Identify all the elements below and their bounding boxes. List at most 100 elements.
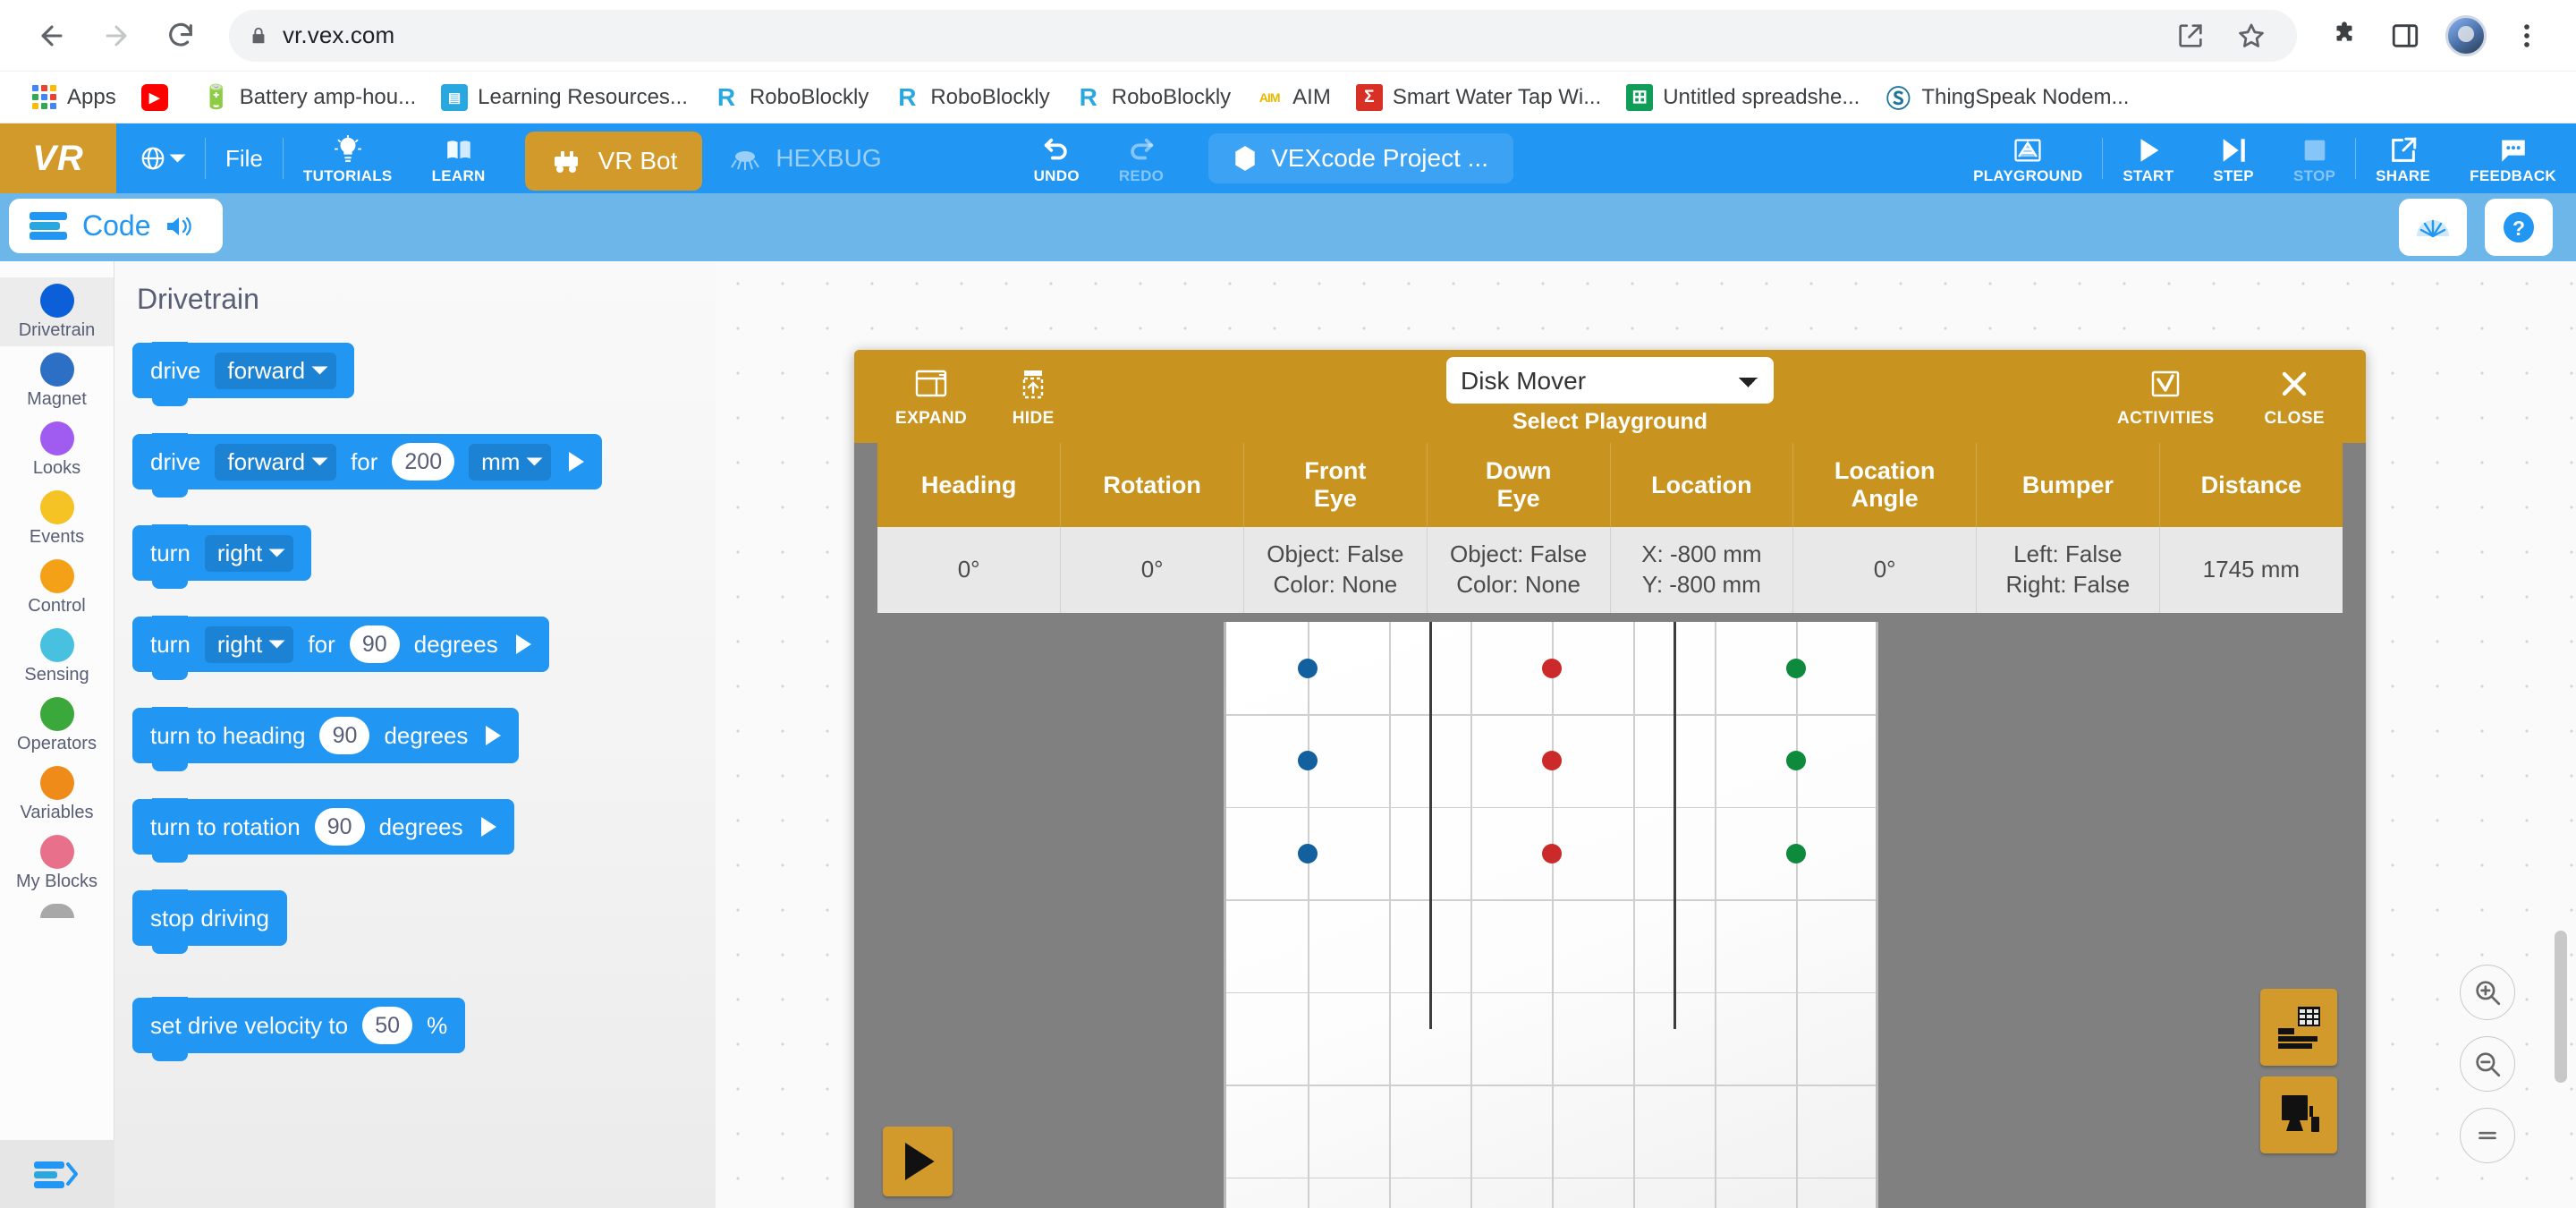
playground-select[interactable]: Disk Mover <box>1446 357 1774 404</box>
address-bar[interactable]: vr.vex.com <box>229 9 2297 62</box>
zoom-out-button[interactable] <box>2460 1036 2515 1092</box>
disk-green[interactable] <box>1786 750 1806 770</box>
project-name: VEXcode Project ... <box>1271 144 1488 172</box>
sidebar-item-control[interactable]: Control <box>0 553 114 622</box>
block-turn[interactable]: turn right <box>132 524 312 589</box>
sidebar-item-operators[interactable]: Operators <box>0 691 114 760</box>
help-button[interactable]: ? <box>2485 199 2553 256</box>
distance-input[interactable]: 200 <box>392 443 455 481</box>
share-icon[interactable] <box>2165 10 2216 62</box>
run-arrow-icon[interactable] <box>486 726 502 745</box>
block-turn-for-degrees[interactable]: turn right for 90 degrees <box>132 616 549 680</box>
sidebar-item-more[interactable] <box>0 897 114 923</box>
learn-button[interactable]: LEARN <box>412 123 505 193</box>
file-menu[interactable]: File <box>206 123 283 193</box>
bookmark-thingspeak-nodemcu[interactable]: Ⓢ ThingSpeak Nodem... <box>1874 79 2140 116</box>
star-icon[interactable] <box>2225 10 2277 62</box>
monitor-view-button[interactable] <box>2260 1076 2337 1153</box>
bookmark-roboblockly-2[interactable]: R RoboBlockly <box>883 79 1060 116</box>
bookmark-battery-amp-hours[interactable]: 🔋 Battery amp-hou... <box>192 79 427 116</box>
hide-button[interactable]: HIDE <box>990 364 1076 429</box>
sensing-color-dot <box>39 628 74 662</box>
playground-run-button[interactable] <box>883 1126 953 1196</box>
velocity-input[interactable]: 50 <box>362 1007 413 1044</box>
unit-dropdown[interactable]: mm <box>469 443 552 481</box>
undo-button[interactable]: UNDO <box>1014 132 1099 185</box>
start-button[interactable]: START <box>2103 123 2193 193</box>
disk-blue[interactable] <box>1298 843 1318 863</box>
project-name-field[interactable]: VEXcode Project ... <box>1208 133 1513 183</box>
sidebar-item-magnet[interactable]: Magnet <box>0 346 114 415</box>
run-arrow-icon[interactable] <box>569 452 585 472</box>
tab-code[interactable]: Code <box>9 199 223 253</box>
bookmark-roboblockly-3[interactable]: R RoboBlockly <box>1064 79 1241 116</box>
activities-button[interactable]: ACTIVITIES <box>2101 364 2231 429</box>
puzzle-icon[interactable] <box>2318 10 2370 62</box>
zoom-reset-button[interactable] <box>2460 1108 2515 1163</box>
block-turn-to-rotation[interactable]: turn to rotation 90 degrees <box>132 798 514 863</box>
close-button[interactable]: CLOSE <box>2249 364 2341 429</box>
playground-button[interactable]: PLAYGROUND <box>1953 123 2102 193</box>
share-button[interactable]: SHARE <box>2356 123 2450 193</box>
side-panel-icon[interactable] <box>2379 10 2431 62</box>
cell-distance: 1745 mm <box>2159 527 2343 613</box>
bookmark-label: RoboBlockly <box>1111 84 1232 109</box>
step-button[interactable]: STEP <box>2193 123 2274 193</box>
bookmark-learning-resources[interactable]: ▤ Learning Resources... <box>430 79 699 116</box>
direction-dropdown[interactable]: forward <box>215 352 337 389</box>
col-front-eye: Front Eye <box>1243 443 1428 528</box>
reload-icon[interactable] <box>152 7 209 64</box>
avatar[interactable] <box>2445 14 2487 56</box>
code-panel-header: Code ? <box>0 193 2576 261</box>
block-turn-to-heading[interactable]: turn to heading 90 degrees <box>132 707 520 771</box>
sidebar-item-drivetrain[interactable]: Drivetrain <box>0 277 114 346</box>
disk-green[interactable] <box>1786 843 1806 863</box>
turn-direction-dropdown[interactable]: right <box>204 534 294 572</box>
sidebar-item-looks[interactable]: Looks <box>0 415 114 484</box>
block-stop-driving[interactable]: stop driving <box>132 889 287 954</box>
feedback-button[interactable]: FEEDBACK <box>2450 123 2576 193</box>
sensor-dashboard-button[interactable] <box>2399 199 2467 256</box>
playground-field[interactable] <box>1224 621 1878 1208</box>
robot-label: VR Bot <box>597 147 678 174</box>
language-selector[interactable] <box>116 123 205 193</box>
robot-hexbug-button[interactable]: HEXBUG <box>702 123 906 193</box>
tutorials-button[interactable]: TUTORIALS <box>284 123 412 193</box>
block-set-drive-velocity[interactable]: set drive velocity to 50 % <box>132 997 466 1061</box>
bookmark-roboblockly-1[interactable]: R RoboBlockly <box>702 79 879 116</box>
sidebar-item-events[interactable]: Events <box>0 484 114 553</box>
direction-dropdown[interactable]: forward <box>215 443 337 481</box>
bookmark-untitled-spreadsheet[interactable]: ⊞ Untitled spreadshe... <box>1615 79 1870 116</box>
expand-button[interactable]: EXPAND <box>879 364 983 429</box>
degrees-input[interactable]: 90 <box>349 625 400 663</box>
rotation-input[interactable]: 90 <box>314 808 365 846</box>
disk-blue[interactable] <box>1298 658 1318 678</box>
bookmark-aim[interactable]: AIM AIM <box>1245 79 1342 116</box>
bookmark-apps[interactable]: Apps <box>20 79 127 116</box>
disk-green[interactable] <box>1786 658 1806 678</box>
bookmark-smart-water-tap[interactable]: Σ Smart Water Tap Wi... <box>1345 79 1612 116</box>
heading-input[interactable]: 90 <box>319 717 370 754</box>
disk-red[interactable] <box>1542 750 1562 770</box>
block-drive[interactable]: drive forward <box>132 342 355 406</box>
block-drive-for[interactable]: drive forward for 200 mm <box>132 433 603 498</box>
run-arrow-icon[interactable] <box>480 817 496 837</box>
run-arrow-icon[interactable] <box>515 634 531 654</box>
col-location-angle: Location Angle <box>1792 443 1977 528</box>
sidebar-item-variables[interactable]: Variables <box>0 760 114 829</box>
sidebar-item-my-blocks[interactable]: My Blocks <box>0 829 114 897</box>
col-bumper: Bumper <box>1976 443 2160 528</box>
disk-red[interactable] <box>1542 658 1562 678</box>
toggle-palette-button[interactable] <box>0 1140 114 1208</box>
data-dashboard-button[interactable] <box>2260 988 2337 1066</box>
disk-blue[interactable] <box>1298 750 1318 770</box>
bookmark-youtube[interactable]: ▶ <box>131 79 189 116</box>
kebab-menu-icon[interactable] <box>2501 10 2553 62</box>
canvas-scrollbar[interactable] <box>2555 931 2567 1083</box>
disk-red[interactable] <box>1542 843 1562 863</box>
sidebar-item-sensing[interactable]: Sensing <box>0 622 114 691</box>
zoom-in-button[interactable] <box>2460 965 2515 1020</box>
robot-vr-bot-button[interactable]: VR Bot <box>524 132 703 191</box>
back-arrow-icon[interactable] <box>23 7 80 64</box>
turn-direction-dropdown[interactable]: right <box>204 625 294 663</box>
